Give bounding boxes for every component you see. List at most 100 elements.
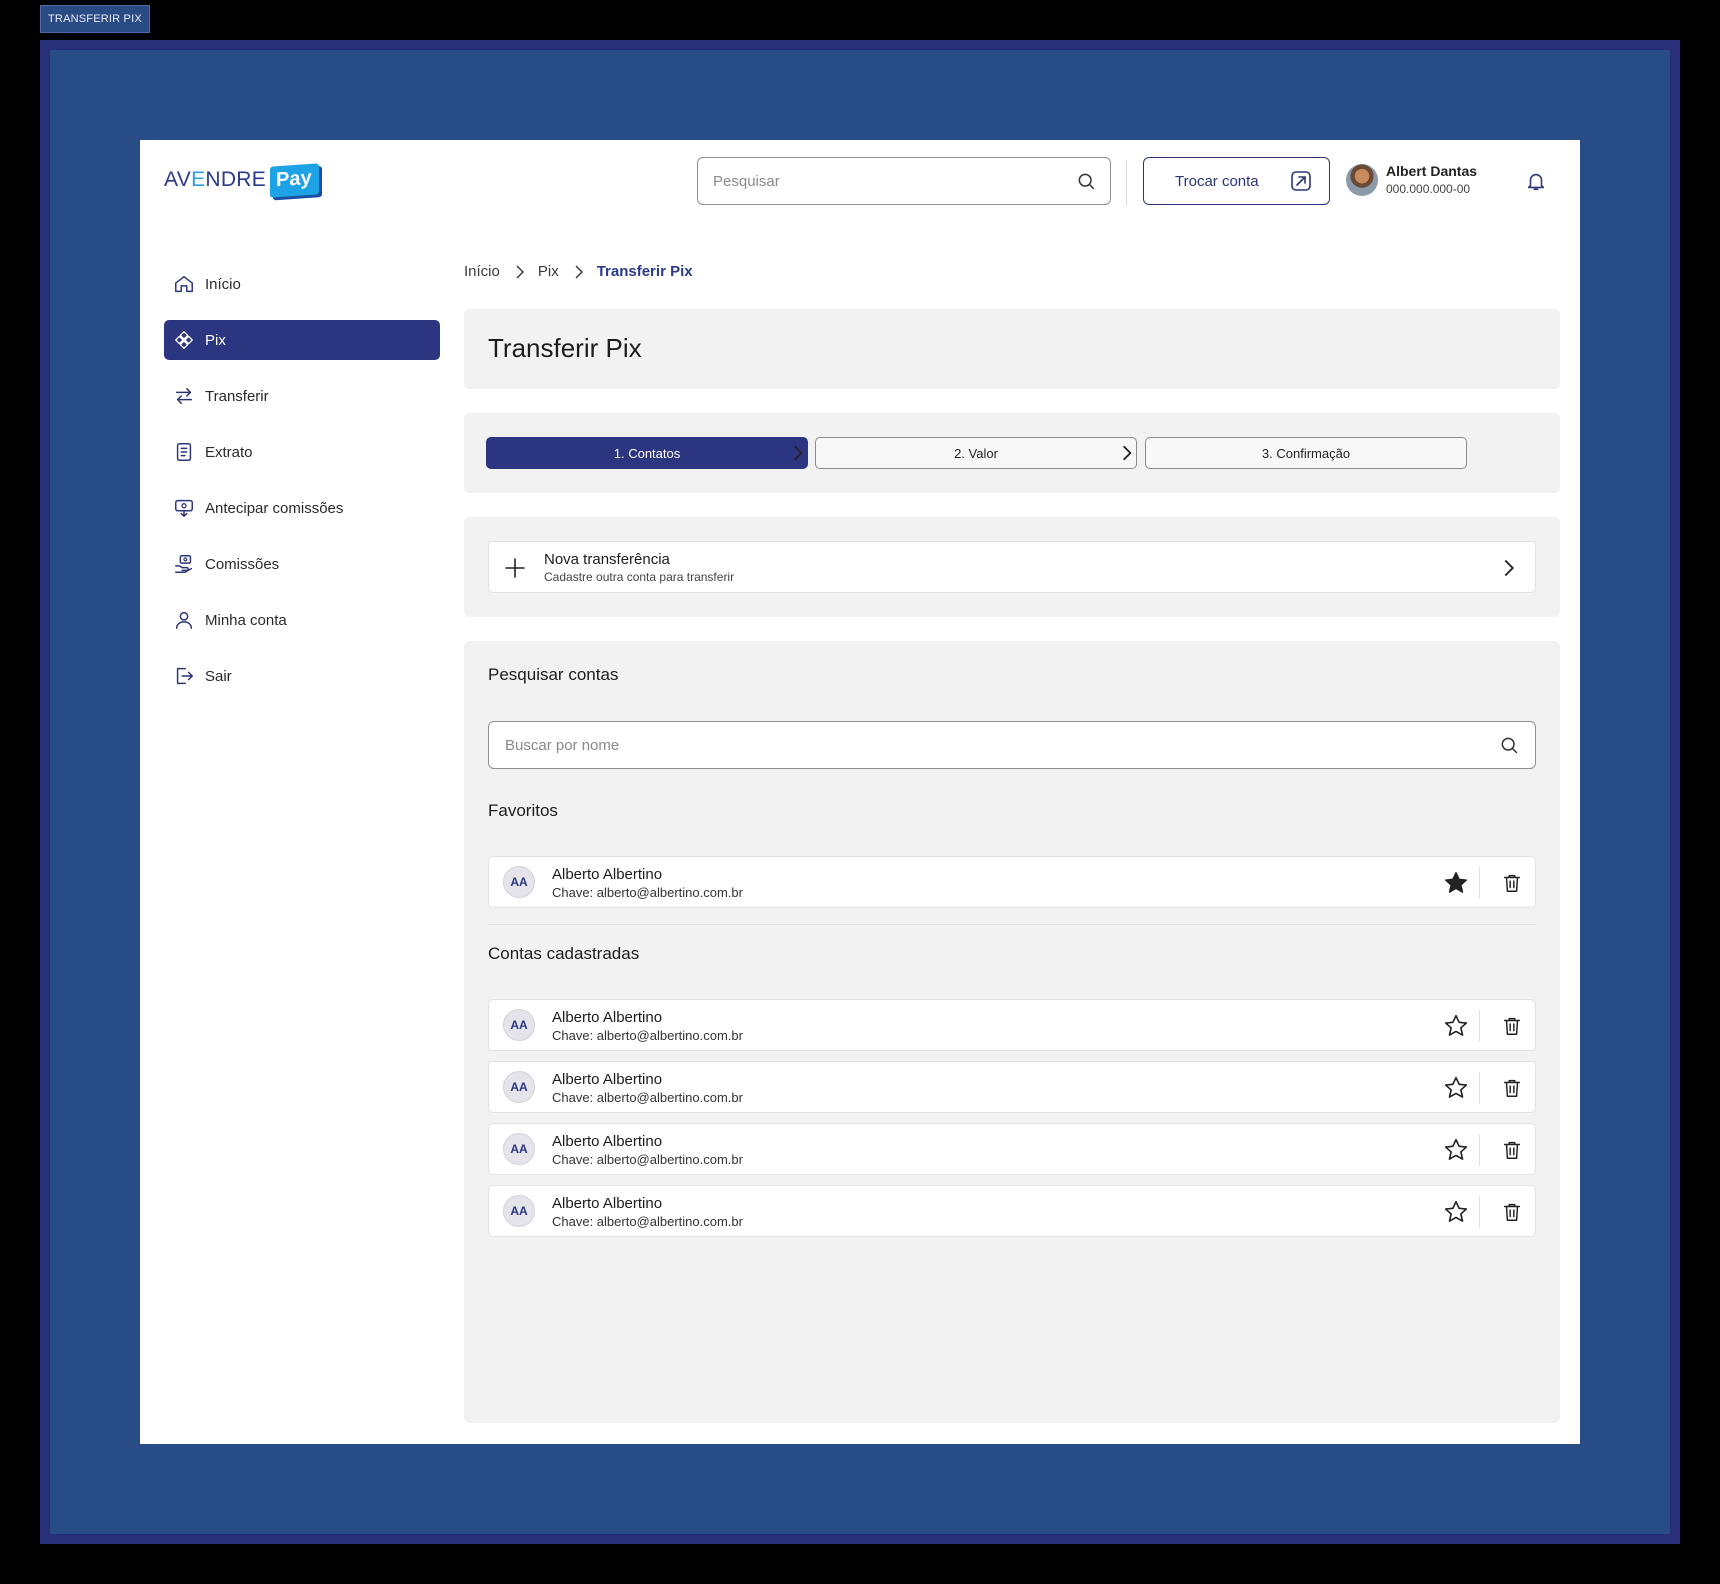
sidebar-item-antecipar-comissoes[interactable]: Antecipar comissões bbox=[164, 488, 440, 528]
commission-icon bbox=[175, 555, 193, 573]
sidebar-item-label: Sair bbox=[205, 667, 232, 685]
sidebar-item-comissoes[interactable]: Comissões bbox=[164, 544, 440, 584]
registered-account-row[interactable]: AA Alberto Albertino Chave: alberto@albe… bbox=[488, 1123, 1536, 1175]
sidebar-item-label: Início bbox=[205, 275, 241, 293]
pix-icon bbox=[175, 331, 193, 349]
steps-card: 1. Contatos 2. Valor 3. Confirmação bbox=[464, 413, 1560, 493]
logout-icon bbox=[176, 667, 193, 685]
trash-icon[interactable] bbox=[1501, 871, 1523, 895]
account-key: Chave: alberto@albertino.com.br bbox=[552, 1090, 743, 1105]
account-name: Alberto Albertino bbox=[552, 1009, 663, 1026]
trash-icon[interactable] bbox=[1501, 1200, 1523, 1224]
account-avatar: AA bbox=[503, 1071, 535, 1103]
row-divider bbox=[1479, 1196, 1480, 1228]
sidebar-item-label: Extrato bbox=[205, 443, 253, 461]
account-avatar: AA bbox=[503, 1195, 535, 1227]
app-window: AVENDRE Pay Trocar conta Albert Dantas 0… bbox=[140, 140, 1580, 1444]
favorites-title: Favoritos bbox=[488, 801, 558, 820]
star-outline-icon[interactable] bbox=[1443, 1199, 1469, 1225]
switch-account-label: Trocar conta bbox=[1175, 172, 1259, 190]
new-transfer-button[interactable]: Nova transferência Cadastre outra conta … bbox=[488, 541, 1536, 593]
step-contatos[interactable]: 1. Contatos bbox=[486, 437, 808, 469]
breadcrumb: Início Pix Transferir Pix bbox=[464, 263, 693, 280]
trash-icon[interactable] bbox=[1501, 1076, 1523, 1100]
sidebar-item-extrato[interactable]: Extrato bbox=[164, 432, 440, 472]
account-key: Chave: alberto@albertino.com.br bbox=[552, 1214, 743, 1229]
row-divider bbox=[1479, 1010, 1480, 1042]
advance-money-icon bbox=[175, 499, 193, 517]
header-search-input[interactable] bbox=[713, 172, 1076, 190]
chevron-right-icon bbox=[1122, 445, 1132, 461]
trash-icon[interactable] bbox=[1501, 1014, 1523, 1038]
registered-accounts-title: Contas cadastradas bbox=[488, 944, 640, 963]
step-valor[interactable]: 2. Valor bbox=[815, 437, 1137, 469]
bell-icon[interactable] bbox=[1525, 170, 1547, 192]
account-avatar: AA bbox=[503, 1009, 535, 1041]
account-key: Chave: alberto@albertino.com.br bbox=[552, 885, 743, 900]
sidebar-item-label: Antecipar comissões bbox=[205, 499, 344, 517]
sidebar-item-label: Minha conta bbox=[205, 611, 287, 629]
user-document: 000.000.000-00 bbox=[1386, 182, 1471, 196]
registered-account-row[interactable]: AA Alberto Albertino Chave: alberto@albe… bbox=[488, 1185, 1536, 1237]
new-transfer-card: Nova transferência Cadastre outra conta … bbox=[464, 517, 1560, 617]
logo-wordmark: AVENDRE bbox=[164, 168, 267, 191]
user-profile[interactable]: Albert Dantas 000.000.000-00 bbox=[1346, 163, 1477, 196]
chevron-right-icon bbox=[793, 445, 803, 461]
star-outline-icon[interactable] bbox=[1443, 1137, 1469, 1163]
star-filled-icon[interactable] bbox=[1443, 870, 1469, 896]
breadcrumb-item-inicio[interactable]: Início bbox=[464, 263, 500, 280]
section-divider bbox=[488, 924, 1536, 925]
breadcrumb-item-pix[interactable]: Pix bbox=[538, 263, 559, 280]
account-key: Chave: alberto@albertino.com.br bbox=[552, 1152, 743, 1167]
step-confirmacao[interactable]: 3. Confirmação bbox=[1145, 437, 1467, 469]
chevron-right-icon bbox=[575, 265, 583, 278]
plus-icon bbox=[505, 558, 525, 578]
row-divider bbox=[1479, 1072, 1480, 1104]
account-avatar: AA bbox=[503, 866, 535, 898]
account-name: Alberto Albertino bbox=[552, 1195, 663, 1212]
user-avatar bbox=[1346, 163, 1378, 196]
sidebar-item-sair[interactable]: Sair bbox=[164, 656, 440, 696]
sidebar: Início Pix Transferir Extrato Antecipar … bbox=[164, 264, 440, 712]
sidebar-item-label: Pix bbox=[205, 331, 226, 349]
account-name: Alberto Albertino bbox=[552, 866, 663, 883]
sidebar-item-minha-conta[interactable]: Minha conta bbox=[164, 600, 440, 640]
transfer-arrows-icon bbox=[175, 387, 193, 405]
row-divider bbox=[1479, 867, 1480, 899]
header-divider bbox=[1126, 160, 1127, 206]
registered-account-row[interactable]: AA Alberto Albertino Chave: alberto@albe… bbox=[488, 1061, 1536, 1113]
account-name: Alberto Albertino bbox=[552, 1071, 663, 1088]
account-name: Alberto Albertino bbox=[552, 1133, 663, 1150]
user-icon bbox=[175, 611, 193, 629]
search-icon[interactable] bbox=[1499, 735, 1519, 755]
page-title: Transferir Pix bbox=[488, 333, 642, 363]
accounts-card: Pesquisar contas Favoritos AA Alberto Al… bbox=[464, 641, 1560, 1423]
home-icon bbox=[175, 275, 193, 293]
new-transfer-subtitle: Cadastre outra conta para transferir bbox=[544, 570, 735, 584]
external-link-icon bbox=[1291, 171, 1311, 191]
favorite-account-row[interactable]: AA Alberto Albertino Chave: alberto@albe… bbox=[488, 856, 1536, 908]
account-key: Chave: alberto@albertino.com.br bbox=[552, 1028, 743, 1043]
new-transfer-title: Nova transferência bbox=[544, 551, 670, 568]
sidebar-item-pix[interactable]: Pix bbox=[164, 320, 440, 360]
frame-label: TRANSFERIR PIX bbox=[40, 5, 150, 33]
statement-icon bbox=[176, 443, 192, 461]
title-card: Transferir Pix bbox=[464, 309, 1560, 389]
sidebar-item-transferir[interactable]: Transferir bbox=[164, 376, 440, 416]
account-search-input[interactable] bbox=[505, 736, 1499, 754]
sidebar-item-inicio[interactable]: Início bbox=[164, 264, 440, 304]
account-avatar: AA bbox=[503, 1133, 535, 1165]
account-search bbox=[488, 721, 1536, 769]
sidebar-item-label: Transferir bbox=[205, 387, 269, 405]
trash-icon[interactable] bbox=[1501, 1138, 1523, 1162]
star-outline-icon[interactable] bbox=[1443, 1013, 1469, 1039]
registered-account-row[interactable]: AA Alberto Albertino Chave: alberto@albe… bbox=[488, 999, 1536, 1051]
header-search bbox=[697, 157, 1111, 205]
star-outline-icon[interactable] bbox=[1443, 1075, 1469, 1101]
chevron-right-icon bbox=[1504, 559, 1515, 577]
search-icon[interactable] bbox=[1076, 171, 1096, 191]
user-name: Albert Dantas bbox=[1386, 163, 1478, 179]
switch-account-button[interactable]: Trocar conta bbox=[1143, 157, 1330, 205]
breadcrumb-current: Transferir Pix bbox=[596, 263, 693, 280]
avendre-pay-logo[interactable]: AVENDRE Pay bbox=[164, 162, 319, 198]
